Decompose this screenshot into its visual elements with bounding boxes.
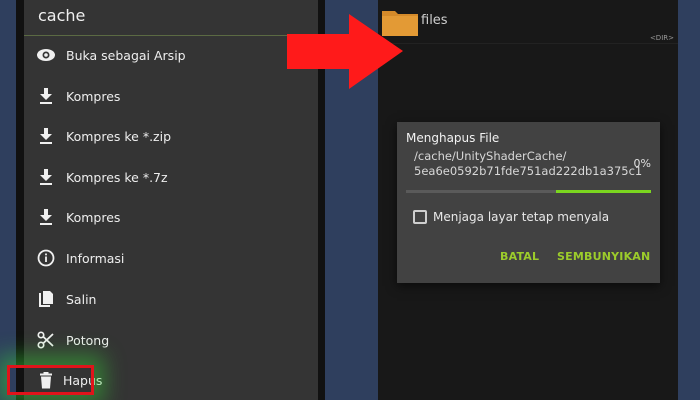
keep-screen-on-checkbox[interactable]	[413, 210, 427, 224]
menu-item-compress-zip[interactable]: Kompres ke *.zip	[24, 116, 318, 156]
menu-item-compress-7z[interactable]: Kompres ke *.7z	[24, 157, 318, 197]
cancel-button[interactable]: BATAL	[500, 250, 539, 263]
folder-name: files	[421, 13, 448, 28]
eye-icon	[35, 44, 57, 66]
download-icon	[35, 85, 57, 107]
keep-screen-on-label[interactable]: Menjaga layar tetap menyala	[433, 210, 609, 224]
menu-item-label: Informasi	[66, 250, 125, 266]
dir-tag: <DIR>	[649, 34, 674, 42]
menu-item-information[interactable]: Informasi	[24, 238, 318, 278]
menu-item-label: Buka sebagai Arsip	[66, 47, 186, 63]
menu-item-open-as-archive[interactable]: Buka sebagai Arsip	[24, 35, 318, 75]
dialog-path-line-1: /cache/UnityShaderCache/	[414, 149, 567, 163]
progress-percent: 0%	[633, 157, 651, 170]
download-icon	[35, 206, 57, 228]
menu-item-label: Kompres ke *.zip	[66, 128, 172, 144]
download-icon	[35, 166, 57, 188]
hide-button[interactable]: SEMBUNYIKAN	[557, 250, 650, 263]
delete-highlight-box	[7, 365, 94, 395]
red-arrow-icon	[287, 14, 403, 89]
menu-item-copy[interactable]: Salin	[24, 279, 318, 319]
progress-bar-fill	[556, 190, 651, 193]
context-menu: cache Buka sebagai Arsip Kompres Kompres…	[24, 0, 318, 400]
progress-bar	[406, 190, 651, 193]
menu-item-label: Kompres ke *.7z	[66, 169, 168, 185]
menu-item-label: Kompres	[66, 88, 121, 104]
dialog-title: Menghapus File	[406, 131, 500, 145]
menu-item-label: Kompres	[66, 209, 121, 225]
menu-item-compress[interactable]: Kompres	[24, 76, 318, 116]
download-icon	[35, 125, 57, 147]
info-icon	[35, 247, 57, 269]
folder-row[interactable]: files <DIR>	[378, 0, 678, 44]
menu-item-compress-2[interactable]: Kompres	[24, 197, 318, 237]
scissors-icon	[35, 329, 57, 351]
menu-item-label: Potong	[66, 332, 110, 348]
menu-header-title: cache	[24, 0, 318, 36]
delete-progress-dialog: Menghapus File /cache/UnityShaderCache/ …	[397, 122, 660, 283]
menu-item-label: Salin	[66, 291, 97, 307]
dialog-file-path: /cache/UnityShaderCache/ 5ea6e0592b71fde…	[414, 149, 643, 179]
dialog-path-line-2: 5ea6e0592b71fde751ad222db1a375c1	[414, 164, 643, 178]
copy-icon	[35, 288, 57, 310]
menu-item-cut[interactable]: Potong	[24, 320, 318, 360]
